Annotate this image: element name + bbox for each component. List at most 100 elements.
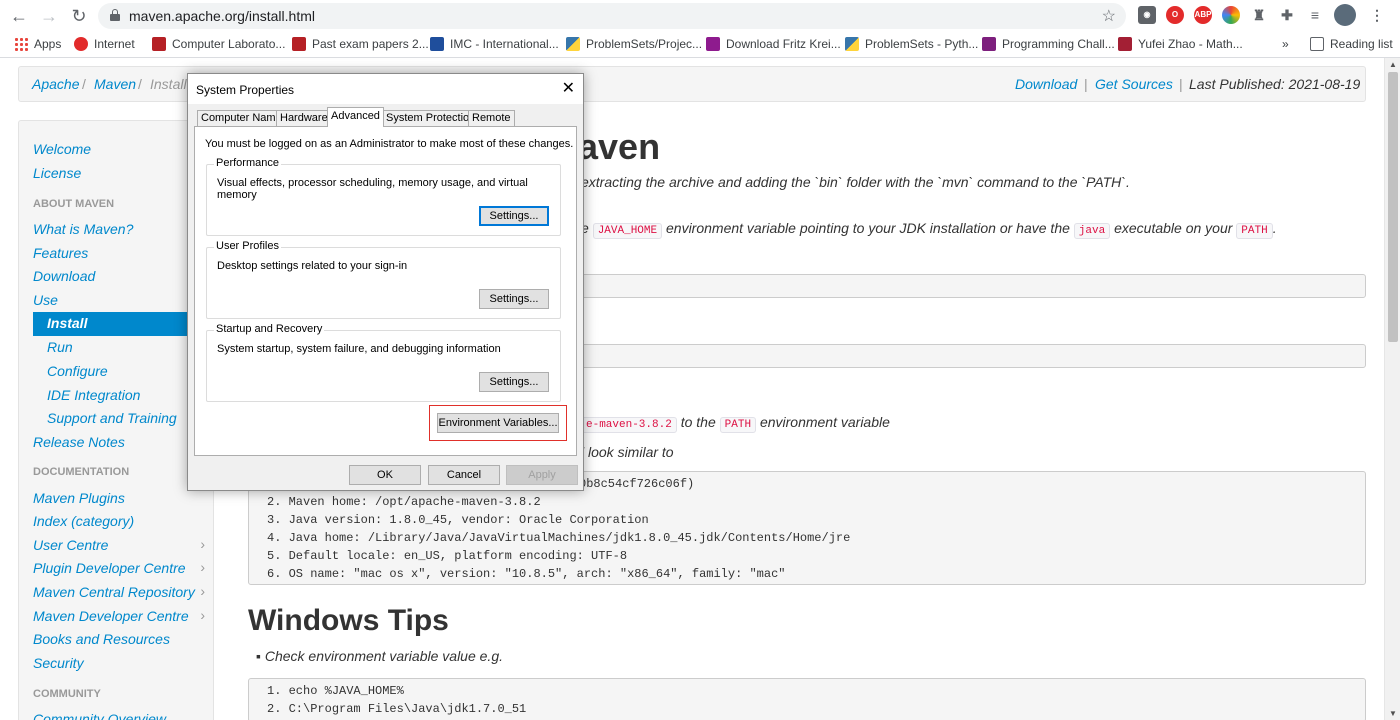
- tab-remote[interactable]: Remote: [468, 110, 515, 126]
- puzzle-extension-icon[interactable]: ✚: [1278, 6, 1296, 24]
- bookmark-problemsets-projec[interactable]: ProblemSets/Projec...: [566, 37, 702, 51]
- sidebar-item-what-is-maven[interactable]: What is Maven?: [33, 221, 133, 237]
- forward-arrow-icon[interactable]: →: [38, 5, 60, 27]
- sidebar-item-community-overview[interactable]: Community Overview: [33, 711, 166, 720]
- download-icon: [706, 37, 720, 51]
- sidebar-item-plugin-dev-centre[interactable]: Plugin Developer Centre: [33, 560, 186, 576]
- group-title: Performance: [214, 157, 281, 169]
- requirements-text: e JAVA_HOME environment variable pointin…: [581, 220, 1277, 239]
- startup-settings-button[interactable]: Settings...: [479, 372, 549, 392]
- chevron-right-icon[interactable]: ›: [200, 559, 205, 575]
- tab-hardware[interactable]: Hardware: [276, 110, 332, 126]
- startup-recovery-group: Startup and Recovery System startup, sys…: [206, 323, 561, 402]
- path-step-text: e-maven-3.8.2 to the PATH environment va…: [581, 414, 890, 433]
- chevron-right-icon[interactable]: ›: [200, 583, 205, 599]
- cancel-button[interactable]: Cancel: [428, 465, 500, 485]
- apply-button[interactable]: Apply: [506, 465, 578, 485]
- performance-settings-button[interactable]: Settings...: [479, 206, 549, 226]
- sidebar-item-ide-integration[interactable]: IDE Integration: [47, 387, 140, 403]
- chevron-right-icon[interactable]: ›: [200, 607, 205, 623]
- camera-extension-icon[interactable]: ◉: [1138, 6, 1156, 24]
- tab-system-protection[interactable]: System Protection: [382, 110, 480, 126]
- sidebar-item-index-category[interactable]: Index (category): [33, 513, 134, 529]
- sidebar-nav: Welcome License ABOUT MAVEN What is Mave…: [18, 120, 214, 720]
- group-description: Desktop settings related to your sign-in: [217, 260, 408, 272]
- sidebar-item-use[interactable]: Use: [33, 292, 58, 308]
- opera-extension-icon[interactable]: O: [1166, 6, 1184, 24]
- media-list-icon[interactable]: ≡: [1306, 6, 1324, 24]
- close-icon[interactable]: ✕: [562, 78, 575, 98]
- python-icon: [566, 37, 580, 51]
- apps-grid-icon: [14, 37, 28, 51]
- reload-icon[interactable]: ↻: [68, 5, 90, 27]
- bookmark-computer-lab[interactable]: Computer Laborato...: [152, 37, 285, 51]
- sidebar-item-maven-plugins[interactable]: Maven Plugins: [33, 490, 125, 506]
- group-title: Startup and Recovery: [214, 323, 325, 335]
- code-line: 6. OS name: "mac os x", version: "10.8.5…: [267, 567, 786, 581]
- bullet-item: ▪ Check environment variable value e.g.: [256, 648, 503, 664]
- mit-icon: [1118, 37, 1132, 51]
- sidebar-item-configure[interactable]: Configure: [47, 363, 108, 379]
- scroll-up-arrow-icon[interactable]: ▲: [1389, 60, 1397, 69]
- tab-computer-name[interactable]: Computer Name: [197, 110, 286, 126]
- page-title: aven: [578, 126, 661, 167]
- adblock-extension-icon[interactable]: ABP: [1194, 6, 1212, 24]
- basket-extension-icon[interactable]: ♜: [1250, 6, 1268, 24]
- bookmarks-bar: Apps Internet Computer Laborato... Past …: [0, 32, 1400, 58]
- profile-avatar[interactable]: [1334, 4, 1356, 26]
- page-scrollbar[interactable]: ▲ ▼: [1384, 58, 1400, 720]
- bookmark-problemsets-pyth[interactable]: ProblemSets - Pyth...: [845, 37, 978, 51]
- sidebar-item-welcome[interactable]: Welcome: [33, 141, 91, 157]
- code-line: 2. C:\Program Files\Java\jdk1.7.0_51: [267, 702, 527, 716]
- dialog-title-bar[interactable]: System Properties ✕: [188, 74, 583, 104]
- bookmark-yufei-zhao[interactable]: Yufei Zhao - Math...: [1118, 37, 1243, 51]
- breadcrumb-maven[interactable]: Maven: [94, 76, 136, 92]
- sidebar-item-release-notes[interactable]: Release Notes: [33, 434, 125, 450]
- sidebar-item-maven-dev-centre[interactable]: Maven Developer Centre: [33, 608, 189, 624]
- scrollbar-thumb[interactable]: [1388, 72, 1398, 342]
- bookmark-imc[interactable]: IMC - International...: [430, 37, 559, 51]
- bookmark-download-fritz[interactable]: Download Fritz Krei...: [706, 37, 841, 51]
- user-profiles-group: User Profiles Desktop settings related t…: [206, 240, 561, 319]
- windows-tips-heading: Windows Tips: [248, 604, 449, 637]
- python-icon: [845, 37, 859, 51]
- url-text[interactable]: maven.apache.org/install.html: [129, 8, 315, 24]
- reading-list-icon: [1310, 37, 1324, 51]
- scroll-down-arrow-icon[interactable]: ▼: [1389, 709, 1397, 718]
- ok-button[interactable]: OK: [349, 465, 421, 485]
- sidebar-item-run[interactable]: Run: [47, 339, 73, 355]
- color-wheel-extension-icon[interactable]: [1222, 6, 1240, 24]
- sidebar-item-user-centre[interactable]: User Centre: [33, 537, 108, 553]
- sidebar-item-books-resources[interactable]: Books and Resources: [33, 631, 170, 647]
- code-line: 1. echo %JAVA_HOME%: [267, 684, 404, 698]
- bookmark-star-icon[interactable]: ☆: [1102, 6, 1116, 26]
- environment-variables-button[interactable]: Environment Variables...: [437, 413, 559, 433]
- sidebar-item-support-training[interactable]: Support and Training: [47, 410, 177, 426]
- chevron-right-icon[interactable]: ›: [200, 536, 205, 552]
- address-bar[interactable]: maven.apache.org/install.html ☆: [98, 3, 1126, 29]
- sidebar-item-license[interactable]: License: [33, 165, 81, 181]
- breadcrumb-separator: /: [138, 76, 142, 92]
- back-arrow-icon[interactable]: ←: [8, 5, 30, 27]
- user-profiles-settings-button[interactable]: Settings...: [479, 289, 549, 309]
- breadcrumb-apache[interactable]: Apache: [32, 76, 79, 92]
- reading-list[interactable]: Reading list: [1310, 37, 1393, 51]
- group-description: Visual effects, processor scheduling, me…: [217, 177, 528, 201]
- breadcrumb-install: Install: [150, 76, 187, 92]
- windows-code-block: 1. echo %JAVA_HOME% 2. C:\Program Files\…: [248, 678, 1366, 720]
- sidebar-item-security[interactable]: Security: [33, 655, 84, 671]
- dialog-title: System Properties: [196, 83, 295, 97]
- bookmark-past-exam[interactable]: Past exam papers 2...: [292, 37, 429, 51]
- sidebar-item-features[interactable]: Features: [33, 245, 88, 261]
- bookmark-apps[interactable]: Apps: [14, 37, 61, 51]
- lock-icon: [110, 9, 120, 21]
- more-bookmarks-chevron-icon[interactable]: »: [1282, 37, 1289, 51]
- sidebar-item-central-repo[interactable]: Maven Central Repository: [33, 584, 195, 600]
- bookmark-internet[interactable]: Internet: [74, 37, 135, 51]
- bookmark-programming-chall[interactable]: Programming Chall...: [982, 37, 1115, 51]
- look-similar-text: l look similar to: [581, 444, 674, 460]
- kebab-menu-icon[interactable]: ⋮: [1368, 6, 1386, 24]
- sidebar-item-install[interactable]: Install: [33, 312, 203, 336]
- sidebar-item-download[interactable]: Download: [33, 268, 95, 284]
- tab-advanced[interactable]: Advanced: [327, 107, 384, 127]
